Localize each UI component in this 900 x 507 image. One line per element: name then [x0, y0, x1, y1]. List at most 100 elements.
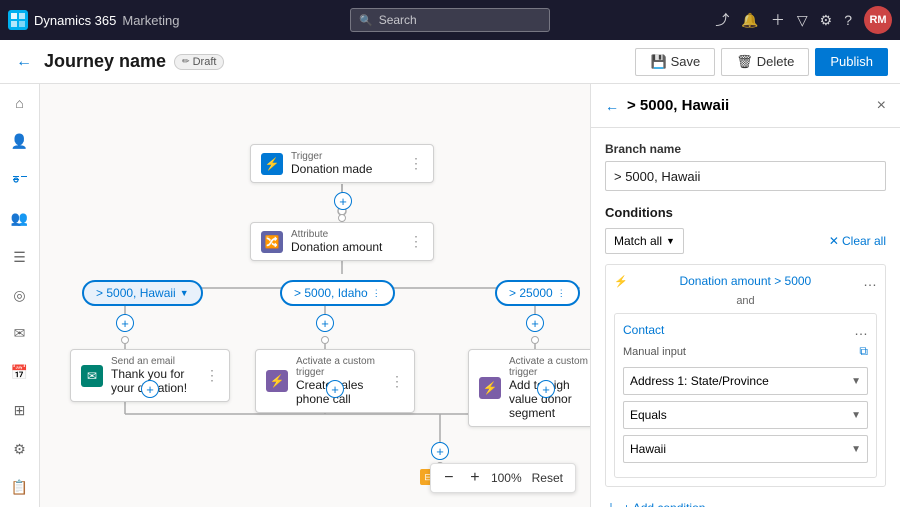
sidebar-item-journey[interactable]: [8, 169, 32, 191]
hawaii-chevron: ▼: [851, 444, 861, 455]
add-before-exit[interactable]: +: [431, 442, 449, 460]
condition-icon: ⚡: [614, 275, 628, 288]
add-below-idaho[interactable]: +: [316, 314, 334, 332]
email-action-icon: ✉: [81, 365, 103, 387]
search-icon: 🔍: [359, 14, 373, 27]
add-below-action-email[interactable]: +: [141, 380, 159, 398]
delete-button[interactable]: 🗑 Delete: [721, 48, 809, 76]
equals-value: Equals: [630, 408, 667, 422]
app-module: Marketing: [122, 13, 179, 28]
conditions-section: Conditions Match all ▼ ✕ Clear all ⚡: [605, 205, 886, 507]
trigger-text: Trigger Donation made: [291, 151, 401, 176]
help-icon[interactable]: ?: [844, 12, 852, 28]
branch-hawaii[interactable]: > 5000, Hawaii ▼: [82, 280, 203, 306]
match-all-button[interactable]: Match all ▼: [605, 228, 684, 254]
match-all-chevron: ▼: [666, 236, 675, 246]
sidebar-item-home[interactable]: ⌂: [8, 92, 32, 114]
manual-input-label: Manual input: [623, 346, 686, 358]
attribute-node[interactable]: 🔀 Attribute Donation amount ⋮: [250, 222, 434, 261]
equals-chevron: ▼: [851, 410, 861, 421]
phone-action-menu[interactable]: ⋮: [390, 373, 404, 390]
panel-title: > 5000, Hawaii: [627, 97, 869, 114]
contact-label[interactable]: Contact: [623, 323, 664, 337]
filter-icon[interactable]: ▽: [797, 12, 808, 29]
plus-icon[interactable]: ＋: [771, 10, 785, 30]
zoom-out-button[interactable]: −: [439, 468, 459, 488]
add-after-trigger[interactable]: +: [334, 192, 352, 210]
address-chevron: ▼: [851, 376, 861, 387]
branch-hawaii-label: > 5000, Hawaii: [96, 286, 176, 300]
segment-action-icon: ⚡: [479, 377, 501, 399]
panel-close-button[interactable]: ×: [877, 97, 886, 115]
branch-idaho-label: > 5000, Idaho: [294, 286, 368, 300]
settings-icon[interactable]: ⚙: [820, 12, 833, 29]
add-condition-button[interactable]: ＋ + Add condition: [605, 495, 705, 507]
branch-idaho[interactable]: > 5000, Idaho ⋮: [280, 280, 395, 306]
sidebar-item-settings[interactable]: ⚙: [8, 438, 32, 460]
add-below-25000[interactable]: +: [526, 314, 544, 332]
save-button[interactable]: 💾 Save: [635, 48, 715, 76]
journey-content: ⚡ Trigger Donation made ⋮ + 🔀 Attribute …: [40, 84, 590, 507]
trigger-node[interactable]: ⚡ Trigger Donation made ⋮: [250, 144, 434, 183]
zoom-reset-button[interactable]: Reset: [528, 471, 567, 485]
sidebar-item-segment[interactable]: ☰: [8, 246, 32, 268]
conditions-title: Conditions: [605, 205, 886, 220]
phone-action-icon: ⚡: [266, 370, 288, 392]
equals-dropdown[interactable]: Equals ▼: [623, 401, 868, 429]
sidebar-item-email[interactable]: ✉: [8, 323, 32, 345]
add-below-action-segment[interactable]: +: [537, 380, 555, 398]
condition-menu-1[interactable]: …: [863, 273, 877, 289]
journey-title: Journey name: [44, 51, 166, 72]
condition-row-1: ⚡ Donation amount > 5000 …: [614, 273, 877, 289]
action-segment[interactable]: ⚡ Activate a custom trigger Add to high …: [468, 349, 590, 427]
condition-sub-header: Contact …: [623, 322, 868, 338]
zoom-in-button[interactable]: +: [465, 468, 485, 488]
condition-and-label: and: [614, 295, 877, 307]
add-below-action-phone[interactable]: +: [326, 380, 344, 398]
branch-25000-label: > 25000: [509, 286, 553, 300]
search-bar[interactable]: 🔍 Search: [350, 8, 550, 32]
trigger-icon: ⚡: [261, 153, 283, 175]
save-icon: 💾: [650, 54, 666, 70]
sidebar-item-calendar[interactable]: 📅: [8, 361, 32, 383]
publish-button[interactable]: Publish: [815, 48, 888, 76]
sidebar-item-data[interactable]: ⊞: [8, 400, 32, 422]
attribute-icon: 🔀: [261, 231, 283, 253]
topbar: Dynamics 365 Marketing 🔍 Search ⤴ 🔔 ＋ ▽ …: [0, 0, 900, 40]
left-sidebar: ⌂ 👤 👥 ☰ ◎ ✉ 📅 ⊞ ⚙ 📋: [0, 84, 40, 507]
branch-name-label: Branch name: [605, 142, 886, 156]
dot-25000: [531, 336, 539, 344]
hawaii-dropdown[interactable]: Hawaii ▼: [623, 435, 868, 463]
sidebar-item-person[interactable]: 👤: [8, 130, 32, 152]
zoom-level-display: 100%: [491, 471, 522, 485]
contact-menu-btn[interactable]: …: [854, 322, 868, 338]
share-icon[interactable]: ⤴: [715, 10, 729, 30]
subheader-actions: 💾 Save 🗑 Delete Publish: [635, 48, 888, 76]
user-avatar[interactable]: RM: [864, 6, 892, 34]
dot-hawaii: [121, 336, 129, 344]
manual-input-icon[interactable]: ⧉: [859, 344, 868, 359]
branch-25000[interactable]: > 25000 ⋮: [495, 280, 580, 306]
attribute-menu-icon[interactable]: ⋮: [409, 233, 423, 250]
dot-idaho: [321, 336, 329, 344]
bookmark-icon[interactable]: 🔔: [741, 12, 758, 29]
back-button[interactable]: ←: [12, 49, 36, 75]
clear-all-button[interactable]: ✕ Clear all: [829, 234, 886, 248]
sidebar-item-target[interactable]: ◎: [8, 284, 32, 306]
panel-back-button[interactable]: ←: [605, 98, 619, 114]
branch-name-input[interactable]: [605, 161, 886, 191]
topbar-right: ⤴ 🔔 ＋ ▽ ⚙ ? RM: [715, 6, 892, 34]
sidebar-item-group[interactable]: 👥: [8, 207, 32, 229]
add-below-hawaii[interactable]: +: [116, 314, 134, 332]
condition-link-1[interactable]: Donation amount > 5000: [679, 274, 811, 288]
address-value: Address 1: State/Province: [630, 374, 769, 388]
main-layout: ⌂ 👤 👥 ☰ ◎ ✉ 📅 ⊞ ⚙ 📋: [0, 84, 900, 507]
canvas[interactable]: ⚡ Trigger Donation made ⋮ + 🔀 Attribute …: [40, 84, 590, 507]
right-panel: ← > 5000, Hawaii × Branch name Condition…: [590, 84, 900, 507]
email-action-menu[interactable]: ⋮: [205, 367, 219, 384]
condition-sub-block: Contact … Manual input ⧉ Address 1: Stat…: [614, 313, 877, 478]
branch-name-field: Branch name: [605, 142, 886, 191]
address-dropdown[interactable]: Address 1: State/Province ▼: [623, 367, 868, 395]
trigger-menu-icon[interactable]: ⋮: [409, 155, 423, 172]
sidebar-item-report[interactable]: 📋: [8, 477, 32, 499]
